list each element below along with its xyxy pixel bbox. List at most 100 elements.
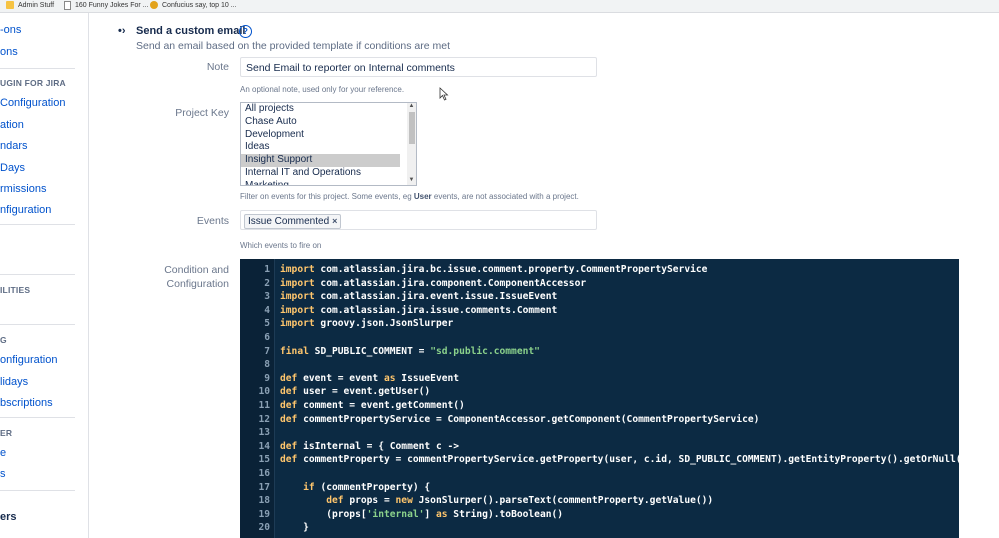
code-line: 16 bbox=[240, 467, 270, 481]
bookmark-funny-jokes[interactable]: 160 Funny Jokes For ... bbox=[64, 1, 149, 10]
line-number: 14 bbox=[258, 440, 270, 452]
line-number: 20 bbox=[258, 522, 270, 534]
scrollbar-thumb[interactable] bbox=[409, 112, 415, 144]
line-number: 8 bbox=[264, 359, 270, 371]
line-number: 6 bbox=[264, 332, 270, 343]
sidebar-divider bbox=[0, 417, 75, 418]
sidebar-item-configuration[interactable]: Configuration bbox=[0, 97, 65, 109]
line-number: 10 bbox=[258, 386, 270, 398]
events-label: Events bbox=[196, 215, 229, 227]
sidebar-divider bbox=[0, 324, 75, 325]
line-number: 19 bbox=[258, 508, 270, 520]
sidebar-divider bbox=[0, 68, 75, 69]
code-line: 3 import com.atlassian.jira.event.issue.I… bbox=[240, 290, 557, 304]
line-number: 11 bbox=[258, 400, 270, 411]
project-option[interactable]: Internal IT and Operations bbox=[241, 167, 400, 180]
code-line: 20 } bbox=[240, 521, 308, 535]
line-number: 16 bbox=[258, 468, 270, 479]
code-line: 18 def props = new JsonSlurper().parseTe… bbox=[240, 494, 713, 508]
folder-icon bbox=[6, 1, 14, 9]
scroll-up-icon[interactable]: ▲ bbox=[408, 103, 415, 110]
project-option[interactable]: Insight Support bbox=[241, 154, 400, 167]
line-number: 15 bbox=[258, 454, 270, 466]
question-circle-icon[interactable]: ? bbox=[239, 25, 252, 38]
code-line: 10 def user = event.getUser() bbox=[240, 385, 430, 399]
code-text: def commentPropertyService = ComponentAc… bbox=[280, 413, 760, 425]
sidebar-item-subscriptions[interactable]: bscriptions bbox=[0, 397, 53, 409]
sidebar-heading-er: ER bbox=[0, 428, 13, 438]
remove-tag-icon[interactable]: × bbox=[332, 215, 337, 228]
project-key-label: Project Key bbox=[175, 107, 229, 119]
project-key-hint: Filter on events for this project. Some … bbox=[240, 192, 579, 201]
sidebar-item-permissions[interactable]: rmissions bbox=[0, 183, 46, 195]
line-number: 1 bbox=[264, 264, 270, 275]
line-number: 5 bbox=[264, 318, 270, 330]
code-text: (props['internal'] as String).toBoolean(… bbox=[280, 508, 564, 520]
code-text: import com.atlassian.jira.event.issue.Is… bbox=[280, 291, 558, 303]
expand-arrow-icon[interactable]: •› bbox=[118, 25, 126, 37]
line-number: 13 bbox=[258, 427, 270, 439]
note-hint: An optional note, used only for your ref… bbox=[240, 85, 405, 94]
project-key-select[interactable]: All projects Chase Auto Development Ideas In… bbox=[240, 102, 417, 186]
line-number: 7 bbox=[264, 345, 270, 357]
line-number: 4 bbox=[264, 304, 270, 316]
sidebar-item-calendars[interactable]: ndars bbox=[0, 140, 28, 152]
code-line: 8 bbox=[240, 358, 270, 372]
sidebar-item-addons[interactable]: -ons bbox=[0, 24, 21, 36]
scroll-down-icon[interactable]: ▼ bbox=[408, 177, 415, 184]
mouse-cursor-icon bbox=[439, 87, 449, 101]
project-option[interactable]: Development bbox=[241, 129, 400, 142]
sidebar-item-onfiguration[interactable]: onfiguration bbox=[0, 354, 58, 366]
sidebar-heading-g: G bbox=[0, 335, 7, 345]
code-line: 15 def commentProperty = commentPropertyS… bbox=[240, 453, 959, 467]
code-line: 9 def event = event as IssueEvent bbox=[240, 372, 459, 386]
code-line: 14 def isInternal = { Comment c -> bbox=[240, 440, 459, 454]
code-line: 12 def commentPropertyService = Component… bbox=[240, 413, 759, 427]
code-line: 13 bbox=[240, 426, 270, 440]
sidebar-item-nfiguration[interactable]: nfiguration bbox=[0, 204, 51, 216]
project-option[interactable]: All projects bbox=[241, 103, 400, 116]
project-option[interactable]: Ideas bbox=[241, 141, 400, 154]
code-editor[interactable]: 1 import com.atlassian.jira.bc.issue.comm… bbox=[240, 259, 959, 538]
code-text: def event = event as IssueEvent bbox=[280, 372, 460, 384]
note-label: Note bbox=[206, 61, 229, 73]
code-line: 5 import groovy.json.JsonSlurper bbox=[240, 317, 453, 331]
code-text: def isInternal = { Comment c -> bbox=[280, 440, 460, 452]
sidebar-item-days[interactable]: Days bbox=[0, 162, 25, 174]
code-text: final SD_PUBLIC_COMMENT = "sd.public.com… bbox=[280, 345, 540, 357]
sidebar-item-holidays[interactable]: lidays bbox=[0, 376, 28, 388]
code-line: 11 def comment = event.getComment() bbox=[240, 399, 464, 413]
code-line: 1 import com.atlassian.jira.bc.issue.comm… bbox=[240, 263, 707, 277]
section-title: Send a custom email bbox=[136, 25, 246, 37]
bookmark-confucius[interactable]: Confucius say, top 10 ... bbox=[150, 1, 237, 9]
code-text: import com.atlassian.jira.bc.issue.comme… bbox=[280, 264, 708, 275]
code-line: 17 if (commentProperty) { bbox=[240, 481, 430, 495]
sidebar-divider bbox=[0, 224, 75, 225]
admin-sidebar: -ons ons UGIN FOR JIRA Configuration ati… bbox=[0, 13, 89, 538]
sidebar-divider bbox=[0, 274, 75, 275]
project-option[interactable]: Chase Auto bbox=[241, 116, 400, 129]
code-text: if (commentProperty) { bbox=[303, 481, 431, 493]
listbox-scrollbar[interactable]: ▲ ▼ bbox=[407, 103, 416, 185]
code-text: import com.atlassian.jira.issue.comments… bbox=[280, 304, 558, 316]
condition-label-line2: Configuration bbox=[166, 278, 229, 290]
event-tag-label: Issue Commented bbox=[248, 216, 330, 227]
line-number: 12 bbox=[258, 413, 270, 425]
sidebar-item-e[interactable]: e bbox=[0, 447, 6, 459]
sidebar-item-s[interactable]: s bbox=[0, 468, 6, 480]
project-option[interactable]: Marketing bbox=[241, 180, 400, 185]
bookmark-admin-stuff[interactable]: Admin Stuff bbox=[6, 1, 54, 9]
line-number: 17 bbox=[258, 481, 270, 493]
sidebar-item-ation[interactable]: ation bbox=[0, 119, 24, 131]
code-line: 19 (props['internal'] as String).toBoole… bbox=[240, 508, 563, 522]
line-number: 9 bbox=[264, 372, 270, 384]
code-line: 7 final SD_PUBLIC_COMMENT = "sd.public.co… bbox=[240, 345, 540, 359]
line-number: 2 bbox=[264, 277, 270, 289]
project-option-list: All projects Chase Auto Development Ideas In… bbox=[241, 103, 416, 185]
note-input[interactable]: Send Email to reporter on Internal comme… bbox=[240, 57, 597, 77]
section-description: Send an email based on the provided temp… bbox=[136, 40, 451, 52]
code-text: def user = event.getUser() bbox=[280, 386, 431, 398]
code-line: 2 import com.atlassian.jira.component.Com… bbox=[240, 277, 586, 291]
sidebar-heading-utilities: ILITIES bbox=[0, 285, 31, 295]
sidebar-item-ons[interactable]: ons bbox=[0, 46, 18, 58]
